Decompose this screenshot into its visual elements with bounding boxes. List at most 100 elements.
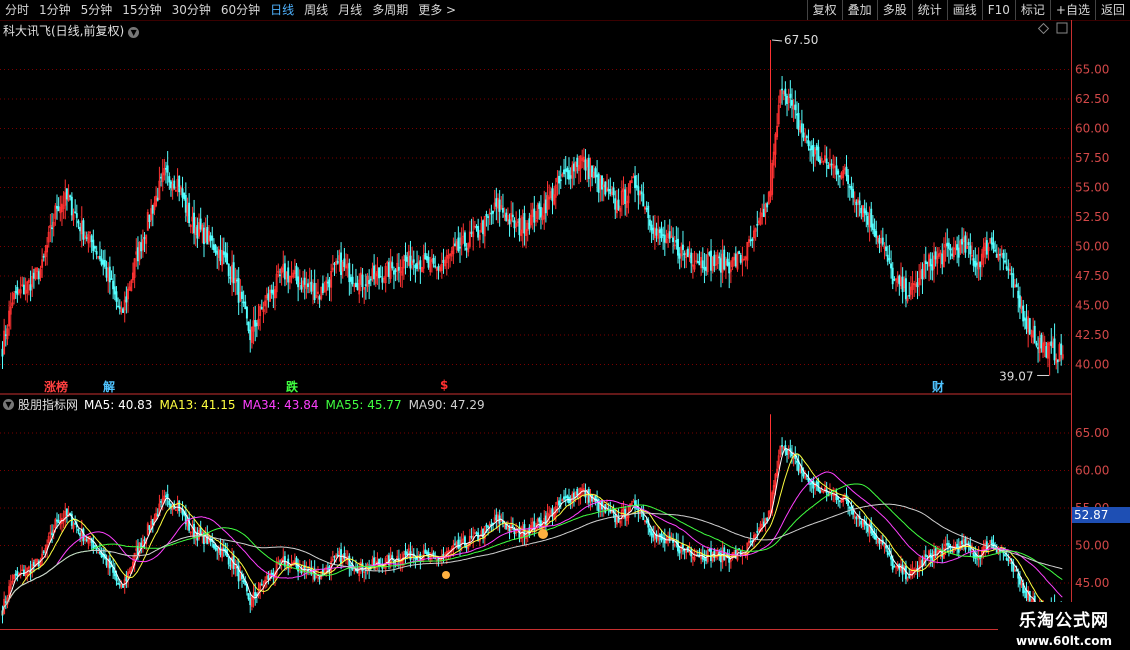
main-candle-body — [1007, 268, 1010, 271]
main-candle-body — [890, 263, 892, 269]
main-candle-body — [249, 329, 252, 341]
main-candle-body — [675, 240, 678, 243]
main-candle-body — [576, 157, 579, 167]
sub-candle-body — [470, 536, 473, 538]
main-candle-body — [1, 348, 4, 357]
toolbar-button[interactable]: F10 — [981, 0, 1015, 20]
toolbar-button[interactable]: 标记 — [1014, 0, 1050, 20]
main-candle-body — [364, 284, 367, 286]
sub-candle-body — [65, 508, 68, 516]
kline-chart[interactable]: 65.00 62.50 60.00 57.50 55.00 52.50 50.00 47.50… — [0, 20, 1130, 630]
period-tab[interactable]: 多周期 — [367, 0, 413, 20]
main-candle-body — [93, 246, 96, 249]
main-candle-body — [90, 235, 93, 243]
watermark-url: www.60lt.com — [1015, 634, 1113, 648]
main-candle-body — [454, 243, 456, 247]
toolbar-button[interactable]: 返回 — [1094, 0, 1130, 20]
period-tab[interactable]: 1分钟 — [34, 0, 76, 20]
sub-axis-label: 60.00 — [1075, 464, 1109, 478]
main-candle-body — [1028, 318, 1031, 335]
sub-candle-body — [563, 496, 565, 500]
toolbar-button[interactable]: 复权 — [806, 0, 842, 20]
main-candle-body — [655, 228, 658, 236]
main-candle-body — [719, 258, 722, 273]
main-candle-body — [596, 174, 599, 178]
main-candle-body — [65, 188, 68, 200]
main-candle-body — [513, 220, 516, 229]
main-candle-body — [206, 226, 209, 245]
main-candle-body — [908, 294, 911, 297]
main-candle-body — [642, 193, 645, 207]
period-tab[interactable]: 15分钟 — [117, 0, 166, 20]
chevron-down-icon[interactable]: ▼ — [128, 27, 140, 38]
toolbar-button[interactable]: 叠加 — [841, 0, 877, 20]
main-candle-body — [434, 265, 437, 268]
main-candle-body — [108, 266, 111, 283]
main-candle-body — [739, 255, 742, 263]
main-candle-body — [211, 235, 214, 241]
period-tab[interactable]: 分时 — [0, 0, 34, 20]
sub-candle-body — [961, 540, 964, 545]
main-candle-body — [893, 278, 896, 281]
period-tab[interactable]: 日线 — [265, 0, 299, 20]
sub-candle-body — [569, 500, 572, 503]
main-candle-body — [528, 218, 531, 230]
event-marker[interactable]: 跌 — [286, 378, 298, 395]
main-candle-body — [310, 281, 313, 292]
main-candle-body — [236, 279, 238, 282]
sub-candle-body — [51, 533, 53, 535]
sub-candle-body — [708, 548, 711, 551]
main-candle-body — [961, 238, 964, 245]
main-candle-body — [847, 175, 850, 184]
sub-candle-body — [260, 583, 263, 586]
price-axis-label: 57.50 — [1075, 151, 1109, 165]
sub-candle-body — [254, 592, 257, 597]
main-candle-body — [650, 224, 653, 231]
period-tab[interactable]: 月线 — [333, 0, 367, 20]
event-marker[interactable]: $ — [440, 378, 448, 392]
sub-candle-body — [749, 541, 752, 543]
main-candle-body — [898, 275, 901, 285]
period-tab[interactable]: 更多 > — [413, 0, 461, 20]
toolbar-button[interactable]: +自选 — [1049, 0, 1095, 20]
event-marker[interactable]: 财 — [932, 378, 944, 395]
main-candle-body — [313, 282, 316, 300]
event-marker[interactable]: 解 — [103, 378, 115, 395]
event-marker[interactable]: 涨榜 — [44, 378, 68, 395]
sub-candle-body — [333, 556, 336, 558]
main-candle-body — [790, 100, 793, 106]
sub-candle-body — [457, 539, 460, 549]
main-candle-body — [209, 235, 212, 241]
toolbar-button[interactable]: 统计 — [911, 0, 947, 20]
sub-candle-body — [795, 461, 798, 463]
main-candle-body — [855, 201, 858, 206]
chevron-down-icon[interactable]: ▼ — [3, 399, 14, 410]
period-tab[interactable]: 60分钟 — [216, 0, 265, 20]
main-candle-body — [994, 249, 997, 252]
main-candle-body — [648, 219, 651, 226]
main-candle-body — [617, 199, 620, 211]
toolbar-buttons: 复权 叠加 多股 统计 画线 F10 标记 +自选 返回 — [806, 0, 1130, 20]
period-tab[interactable]: 周线 — [299, 0, 333, 20]
sub-candle-body — [487, 526, 490, 528]
main-candle-body — [635, 185, 638, 188]
main-candle-body — [551, 188, 554, 202]
toolbar-button[interactable]: 多股 — [876, 0, 912, 20]
sub-candle-body — [110, 565, 113, 568]
sub-candle-body — [79, 532, 82, 536]
toolbar-button[interactable]: 画线 — [946, 0, 982, 20]
stock-title-bar[interactable]: 科大讯飞(日线,前复权) ▼ — [3, 22, 140, 39]
main-candle-body — [1004, 260, 1006, 263]
indicator-name[interactable]: 股朋指标网 — [18, 396, 78, 413]
main-candle-body — [202, 227, 205, 245]
period-tab[interactable]: 5分钟 — [76, 0, 118, 20]
main-candle-body — [260, 306, 263, 310]
sub-candle-body — [4, 601, 7, 603]
sub-candle-body — [926, 555, 929, 557]
main-candle-body — [784, 88, 787, 97]
main-candle-body — [425, 255, 428, 261]
main-candle-body — [888, 258, 891, 260]
main-candle-body — [92, 239, 95, 251]
period-tab[interactable]: 30分钟 — [167, 0, 216, 20]
sub-candle-body — [756, 531, 759, 533]
